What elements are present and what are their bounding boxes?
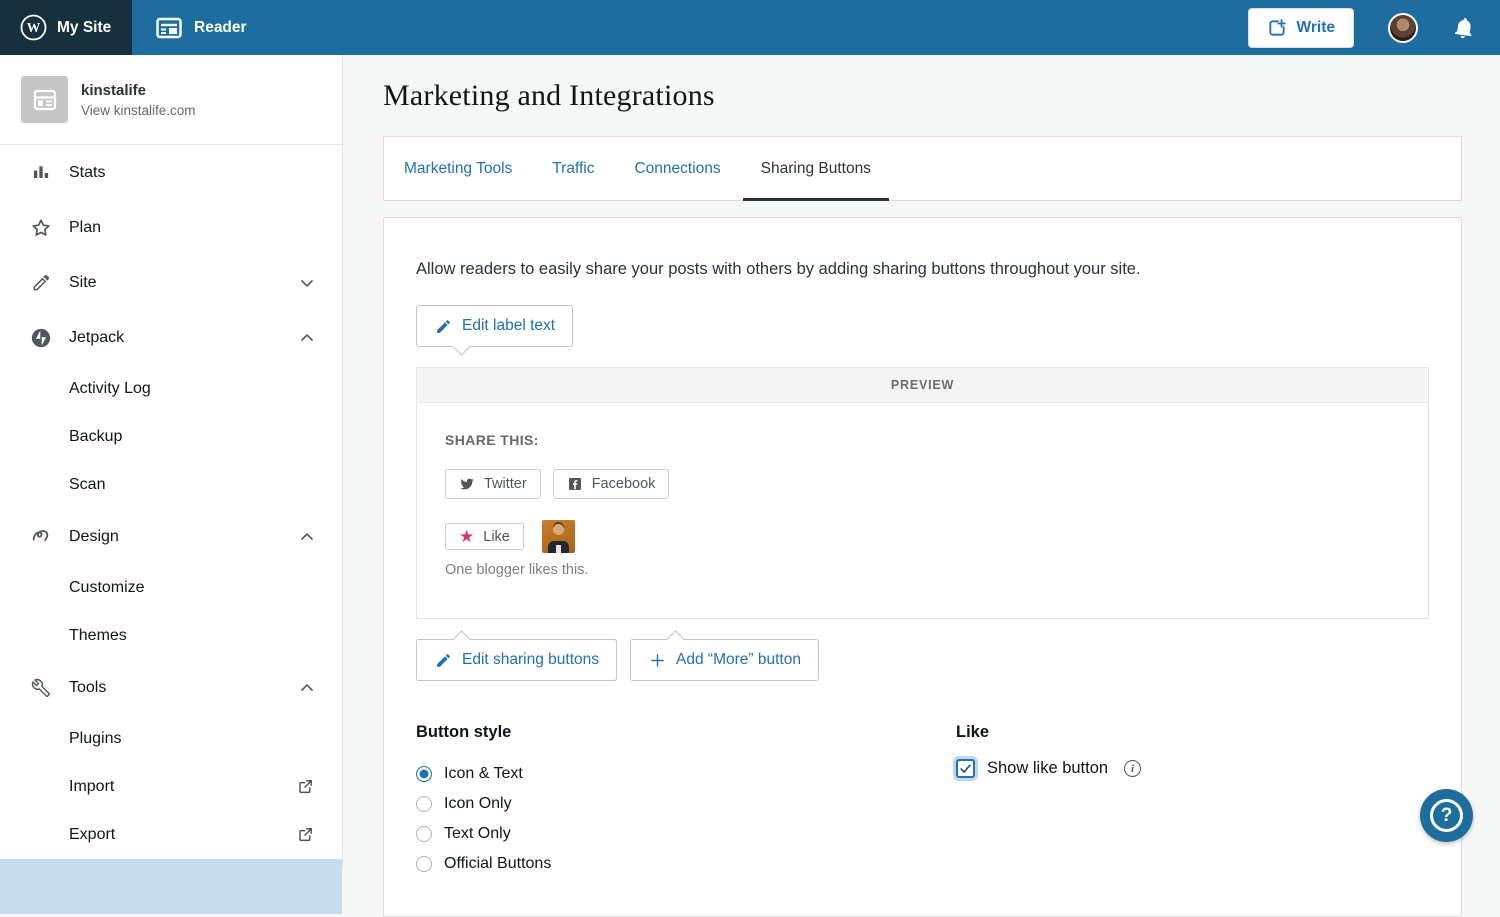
squiggle-icon (30, 526, 52, 548)
like-section: Like Show like button i (956, 723, 1141, 879)
sidebar-item-scan[interactable]: Scan (0, 461, 342, 509)
profile-avatar[interactable] (1388, 13, 1418, 43)
reader-icon (156, 17, 182, 39)
liker-avatar[interactable] (542, 520, 575, 553)
sidebar-item-site[interactable]: Site (0, 255, 342, 310)
write-icon (1267, 18, 1287, 38)
sidebar-item-design[interactable]: Design (0, 509, 342, 564)
star-icon (30, 217, 52, 239)
reader-button[interactable]: Reader (132, 0, 247, 55)
my-site-label: My Site (57, 19, 111, 37)
share-this-label: SHARE THIS: (445, 432, 1400, 448)
star-icon: ★ (459, 528, 474, 545)
radio-icon-only[interactable]: Icon Only (416, 789, 956, 819)
radio-icon-and-text[interactable]: Icon & Text (416, 759, 956, 789)
info-icon[interactable]: i (1124, 760, 1141, 777)
pencil-icon (30, 272, 52, 294)
pencil-icon (434, 651, 452, 669)
edit-sharing-buttons-button[interactable]: Edit sharing buttons (416, 639, 617, 681)
sidebar: kinstalife View kinstalife.com Stats Pla… (0, 55, 343, 869)
external-link-icon (297, 777, 317, 797)
plus-icon (648, 651, 666, 669)
svg-text:W: W (27, 20, 41, 35)
pencil-icon (434, 317, 452, 335)
radio-official-buttons[interactable]: Official Buttons (416, 849, 956, 879)
radio-text-only[interactable]: Text Only (416, 819, 956, 849)
sharing-preview: PREVIEW SHARE THIS: Twitter Facebook ★ (416, 367, 1429, 619)
like-button[interactable]: ★ Like (445, 523, 524, 550)
twitter-icon (459, 476, 475, 492)
facebook-share-button[interactable]: Facebook (553, 469, 670, 499)
stats-icon (30, 162, 52, 184)
main-content: Marketing and Integrations Marketing Too… (343, 55, 1500, 869)
facebook-icon (567, 476, 583, 492)
help-button[interactable]: ? (1420, 789, 1473, 842)
write-label: Write (1297, 19, 1335, 37)
external-link-icon (297, 825, 317, 845)
sidebar-nav: Stats Plan Site Jetpack Acti (0, 145, 342, 914)
radio-selected-icon[interactable] (416, 766, 432, 782)
panel-description: Allow readers to easily share your posts… (416, 260, 1429, 279)
sidebar-item-export[interactable]: Export (0, 811, 342, 859)
page-title: Marketing and Integrations (383, 79, 1462, 113)
sidebar-item-import[interactable]: Import (0, 763, 342, 811)
tab-traffic[interactable]: Traffic (552, 137, 594, 200)
radio-icon[interactable] (416, 856, 432, 872)
button-style-heading: Button style (416, 723, 956, 742)
button-style-section: Button style Icon & Text Icon Only Text … (416, 723, 956, 879)
sidebar-item-jetpack[interactable]: Jetpack (0, 310, 342, 365)
twitter-share-button[interactable]: Twitter (445, 469, 541, 499)
radio-icon[interactable] (416, 826, 432, 842)
show-like-button-checkbox[interactable] (956, 759, 975, 778)
preview-body: SHARE THIS: Twitter Facebook ★ Like (417, 403, 1428, 618)
chevron-up-icon (297, 678, 317, 698)
section-tabs: Marketing Tools Traffic Connections Shar… (383, 136, 1462, 201)
preview-header: PREVIEW (417, 368, 1428, 403)
add-more-button[interactable]: Add “More” button (630, 639, 819, 681)
sidebar-item-plan[interactable]: Plan (0, 200, 342, 255)
write-button[interactable]: Write (1248, 8, 1354, 48)
site-switcher[interactable]: kinstalife View kinstalife.com (0, 55, 342, 145)
site-name: kinstalife (81, 82, 196, 99)
tab-marketing-tools[interactable]: Marketing Tools (404, 137, 512, 200)
sidebar-item-stats[interactable]: Stats (0, 145, 342, 200)
chevron-up-icon (297, 328, 317, 348)
question-mark-icon: ? (1430, 799, 1463, 832)
sharing-buttons-panel: Allow readers to easily share your posts… (383, 217, 1462, 917)
reader-label: Reader (194, 19, 247, 37)
tab-connections[interactable]: Connections (634, 137, 720, 200)
radio-icon[interactable] (416, 796, 432, 812)
chevron-down-icon (297, 273, 317, 293)
notifications-bell-icon[interactable] (1452, 16, 1476, 40)
sidebar-item-tools[interactable]: Tools (0, 660, 342, 715)
masthead: W My Site Reader Write (0, 0, 1500, 55)
wordpress-logo-icon: W (20, 14, 47, 41)
liker-caption: One blogger likes this. (445, 562, 1400, 578)
sidebar-item-backup[interactable]: Backup (0, 413, 342, 461)
sidebar-item-plugins[interactable]: Plugins (0, 715, 342, 763)
jetpack-icon (30, 327, 52, 349)
like-heading: Like (956, 723, 1141, 742)
sidebar-item-themes[interactable]: Themes (0, 612, 342, 660)
site-icon (21, 76, 68, 123)
tab-sharing-buttons[interactable]: Sharing Buttons (761, 137, 871, 200)
sidebar-item-activity-log[interactable]: Activity Log (0, 365, 342, 413)
wrench-icon (30, 677, 52, 699)
show-like-button-label: Show like button (987, 759, 1108, 778)
chevron-up-icon (297, 527, 317, 547)
sidebar-item-customize[interactable]: Customize (0, 564, 342, 612)
site-view-link[interactable]: View kinstalife.com (81, 103, 196, 118)
my-site-button[interactable]: W My Site (0, 0, 132, 55)
masthead-right: Write (1248, 0, 1500, 55)
edit-label-text-button[interactable]: Edit label text (416, 305, 573, 347)
